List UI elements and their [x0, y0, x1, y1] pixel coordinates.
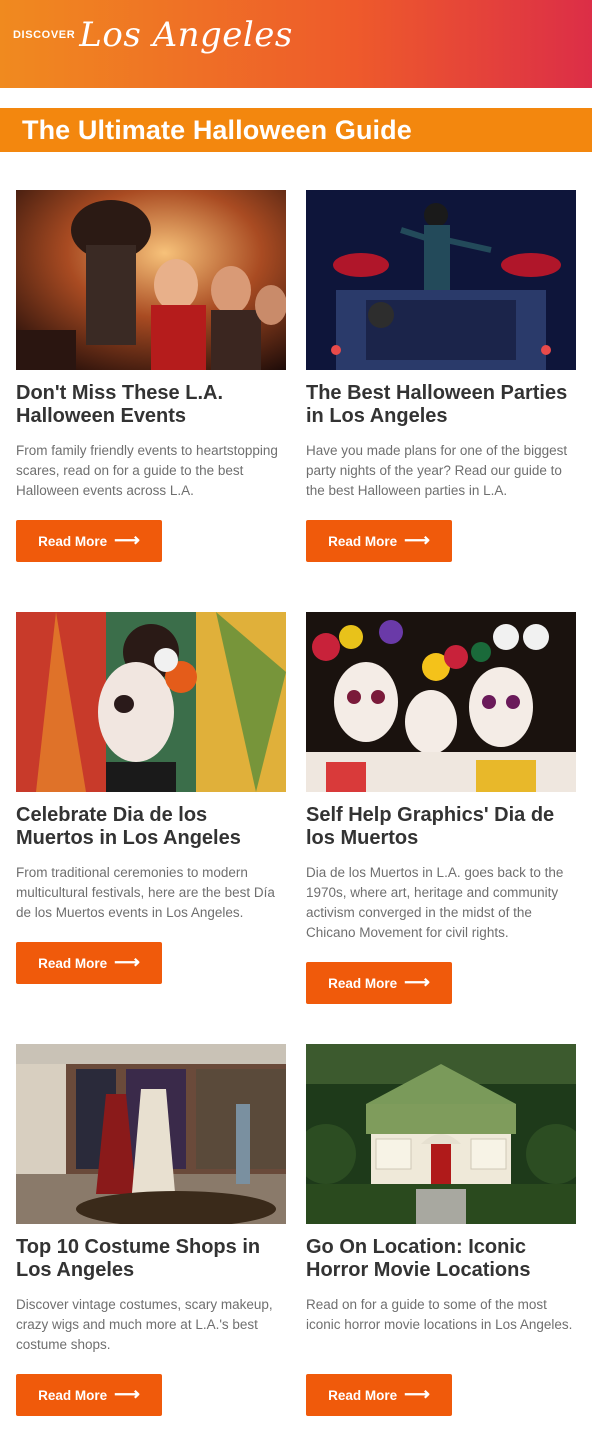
- arrow-right-icon: ⟶: [114, 952, 140, 972]
- read-more-button[interactable]: Read More ⟶: [306, 962, 452, 1004]
- read-more-button[interactable]: Read More ⟶: [306, 520, 452, 562]
- article-card: Go On Location: Iconic Horror Movie Loca…: [306, 1044, 576, 1416]
- article-title[interactable]: Go On Location: Iconic Horror Movie Loca…: [306, 1236, 576, 1282]
- logo-discover-text: DISCOVER: [13, 29, 76, 41]
- arrow-right-icon: ⟶: [404, 972, 430, 992]
- halloween-parties-photo[interactable]: [306, 190, 576, 370]
- read-more-button[interactable]: Read More ⟶: [16, 1374, 162, 1416]
- arrow-right-icon: ⟶: [114, 530, 140, 550]
- article-card: The Best Halloween Parties in Los Angele…: [306, 190, 576, 562]
- self-help-graphics-photo[interactable]: [306, 612, 576, 792]
- read-more-label: Read More: [328, 533, 398, 549]
- discover-la-logo[interactable]: DISCOVER Los Angeles: [13, 18, 293, 52]
- hero-title-band: The Ultimate Halloween Guide: [0, 108, 592, 152]
- article-title[interactable]: Celebrate Dia de los Muertos in Los Ange…: [16, 804, 286, 850]
- arrow-right-icon: ⟶: [114, 1384, 140, 1404]
- read-more-label: Read More: [328, 1387, 398, 1403]
- article-card: Top 10 Costume Shops in Los Angeles Disc…: [16, 1044, 286, 1416]
- article-description: From family friendly events to heartstop…: [16, 443, 278, 498]
- article-description: Discover vintage costumes, scary makeup,…: [16, 1297, 273, 1352]
- costume-shop-photo[interactable]: [16, 1044, 286, 1224]
- read-more-button[interactable]: Read More ⟶: [16, 942, 162, 984]
- article-title[interactable]: Don't Miss These L.A. Halloween Events: [16, 382, 286, 428]
- read-more-label: Read More: [38, 1387, 108, 1403]
- logo-los-angeles-script: Los Angeles: [79, 15, 293, 55]
- arrow-right-icon: ⟶: [404, 530, 430, 550]
- read-more-button[interactable]: Read More ⟶: [306, 1374, 452, 1416]
- article-title[interactable]: Top 10 Costume Shops in Los Angeles: [16, 1236, 286, 1282]
- article-card: Don't Miss These L.A. Halloween Events F…: [16, 190, 286, 562]
- arrow-right-icon: ⟶: [404, 1384, 430, 1404]
- article-card: Self Help Graphics' Dia de los Muertos D…: [306, 612, 576, 1004]
- read-more-label: Read More: [38, 533, 108, 549]
- halloween-events-photo[interactable]: [16, 190, 286, 370]
- article-title[interactable]: Self Help Graphics' Dia de los Muertos: [306, 804, 576, 850]
- article-description: Read on for a guide to some of the most …: [306, 1297, 573, 1332]
- read-more-label: Read More: [328, 975, 398, 991]
- horror-movie-house-photo[interactable]: [306, 1044, 576, 1224]
- dia-de-los-muertos-photo[interactable]: [16, 612, 286, 792]
- page-title: The Ultimate Halloween Guide: [22, 114, 412, 145]
- article-title[interactable]: The Best Halloween Parties in Los Angele…: [306, 382, 576, 428]
- article-description: Dia de los Muertos in L.A. goes back to …: [306, 865, 564, 940]
- article-description: Have you made plans for one of the bigge…: [306, 443, 568, 498]
- read-more-label: Read More: [38, 955, 108, 971]
- article-description: From traditional ceremonies to modern mu…: [16, 865, 275, 920]
- article-card: Celebrate Dia de los Muertos in Los Ange…: [16, 612, 286, 984]
- read-more-button[interactable]: Read More ⟶: [16, 520, 162, 562]
- email-header: DISCOVER Los Angeles: [0, 0, 592, 88]
